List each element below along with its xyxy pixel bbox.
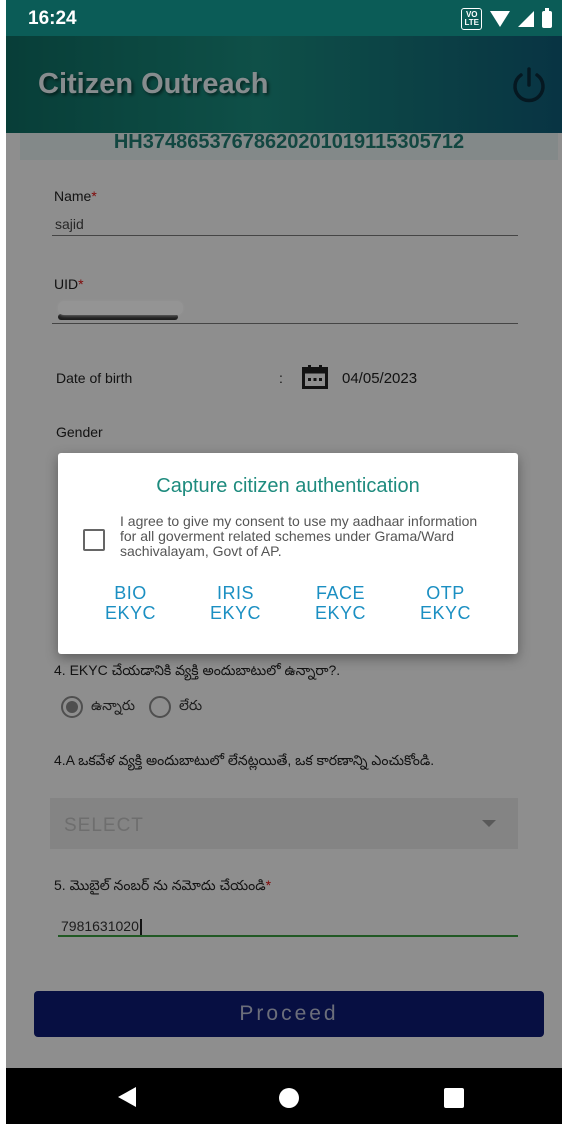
signal-icon — [518, 11, 534, 27]
status-bar: 16:24 VO LTE — [6, 0, 562, 36]
consent-checkbox[interactable] — [83, 529, 105, 551]
recents-icon[interactable] — [444, 1088, 464, 1108]
bio-ekyc-button[interactable]: BIO EKYC — [86, 583, 176, 623]
home-icon[interactable] — [279, 1088, 299, 1108]
app-screen: 16:24 VO LTE Citizen Outreach HH37486537… — [0, 0, 568, 1124]
dialog-title: Capture citizen authentication — [156, 475, 420, 497]
auth-dialog: Capture citizen authentication I agree t… — [58, 453, 518, 654]
volte-icon: VO LTE — [461, 8, 482, 30]
ekyc-button-row: BIO EKYC IRIS EKYC FACE EKYC OTP EKYC — [58, 583, 518, 623]
battery-icon — [542, 7, 552, 28]
system-nav-bar — [6, 1068, 562, 1124]
back-icon[interactable] — [118, 1087, 136, 1107]
status-icons: VO LTE — [461, 7, 552, 30]
wifi-icon — [490, 11, 510, 27]
status-time: 16:24 — [28, 8, 77, 29]
iris-ekyc-button[interactable]: IRIS EKYC — [191, 583, 281, 623]
consent-text: I agree to give my consent to use my aad… — [120, 513, 478, 559]
otp-ekyc-button[interactable]: OTP EKYC — [401, 583, 491, 623]
face-ekyc-button[interactable]: FACE EKYC — [296, 583, 386, 623]
